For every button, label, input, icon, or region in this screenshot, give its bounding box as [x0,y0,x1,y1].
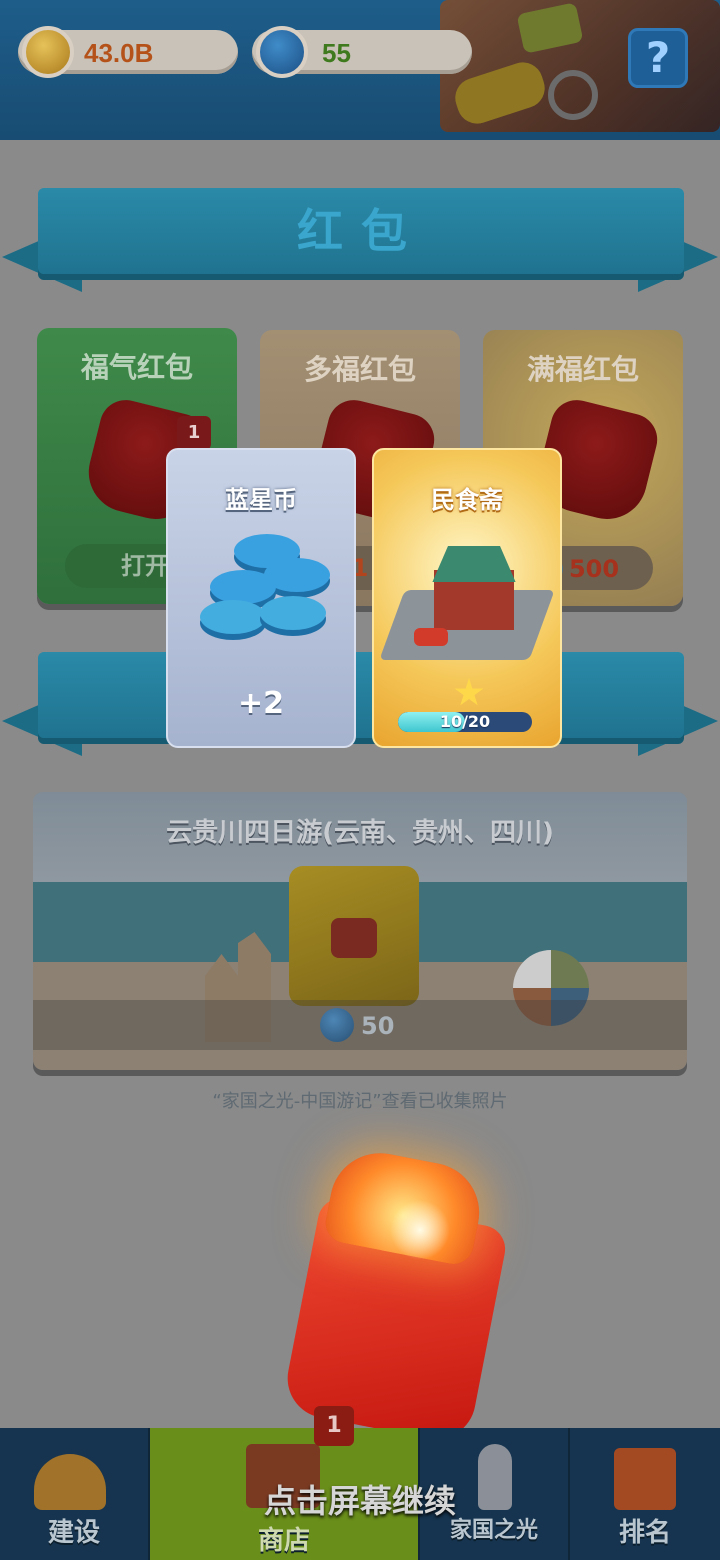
star-amount: 55 [322,38,351,68]
coin-icon [200,600,266,634]
reward-title: 蓝星币 [225,486,297,514]
magnifier-decoration [548,70,598,120]
redpacket-card-title: 满福红包 [526,353,639,386]
red-packet-glow [390,1200,450,1260]
help-button[interactable]: ? [628,28,688,88]
travel-note: “家国之光-中国游记”查看已收集照片 [212,1091,508,1112]
collection-progress-text: 10/20 [439,712,491,731]
tap-to-continue-hint[interactable]: 点击屏幕继续 [0,1476,720,1522]
redpacket-price-value: 500 [568,555,620,583]
building-roof-image [432,546,516,582]
redpacket-section-title: 红包 [297,204,425,258]
redpacket-card-title: 福气红包 [80,351,193,384]
blue-star-coin-icon [256,26,308,78]
travel-price-bar [33,1000,687,1050]
reward-card-blue-star-coin: 蓝星币 +2 [166,448,356,748]
collection-progress-bar: 10/20 [398,712,532,732]
redpacket-count-badge: 1 [177,416,211,450]
nav-label: 商店 [257,1526,310,1556]
coin-icon [210,570,276,604]
travel-card[interactable]: 云贵川四日游(云南、贵州、四川) 50 [33,792,687,1070]
gold-coin-icon [22,26,74,78]
travel-price: 50 [361,1012,395,1040]
car-image [414,628,448,646]
reward-card-building: 民食斋 10/20 [372,448,562,748]
blue-star-coin-icon [320,1008,354,1042]
redpacket-card-title: 多福红包 [303,353,416,386]
reward-title: 民食斋 [431,486,503,514]
redpacket-ribbon: 红包 [38,188,684,274]
camera-icon [331,918,377,958]
star-icon [454,678,484,706]
coin-icon [260,596,326,630]
reward-amount: +2 [237,686,284,721]
shop-badge: 1 [314,1406,354,1446]
travel-ribbon [38,652,684,738]
travel-title: 云贵川四日游(云南、贵州、四川) [166,818,554,848]
coin-stack-icon [194,534,334,654]
photo-album-icon [289,866,419,1006]
gold-amount: 43.0B [84,38,154,68]
